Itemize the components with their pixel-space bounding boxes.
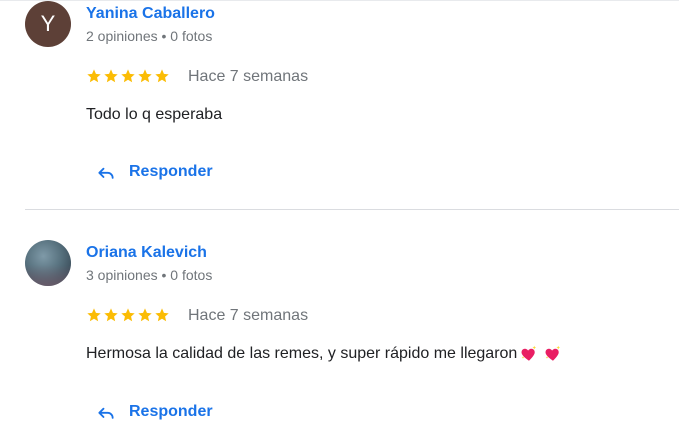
reply-button[interactable]: Responder [96,402,213,422]
avatar-letter: Y [40,11,56,36]
star-icon [121,308,135,322]
star-icon [138,69,152,83]
avatar[interactable]: Y [25,1,71,47]
reply-label: Responder [129,163,213,180]
star-icon [155,69,169,83]
star-icon [87,69,101,83]
star-icon [104,308,118,322]
star-rating [86,307,170,323]
review-text: Todo lo q esperaba [86,106,222,124]
reply-arrow-icon [98,167,114,179]
review-time: Hace 7 semanas [188,68,309,85]
review-divider [25,209,679,210]
review-time: Hace 7 semanas [188,307,309,324]
review-text: Hermosa la calidad de las remes, y super… [86,345,562,363]
top-border [0,0,679,1]
reviewer-name[interactable]: Yanina Caballero [86,5,215,23]
reviewer-meta: 2 opiniones • 0 fotos [86,28,213,44]
avatar[interactable] [25,240,71,286]
review-text-content: Todo lo q esperaba [86,106,223,123]
reviewer-meta: 3 opiniones • 0 fotos [86,267,213,283]
star-icon [138,308,152,322]
reply-arrow-icon [98,407,114,419]
reply-button[interactable]: Responder [96,162,213,182]
sparkling-heart-icon [521,345,537,361]
reviewer-name[interactable]: Oriana Kalevich [86,244,207,262]
star-icon [155,308,169,322]
star-icon [87,308,101,322]
review-text-content: Hermosa la calidad de las remes, y super… [86,345,518,362]
star-icon [104,69,118,83]
star-rating [86,68,170,84]
reply-label: Responder [129,403,213,420]
star-icon [121,69,135,83]
sparkling-heart-icon [545,345,561,361]
